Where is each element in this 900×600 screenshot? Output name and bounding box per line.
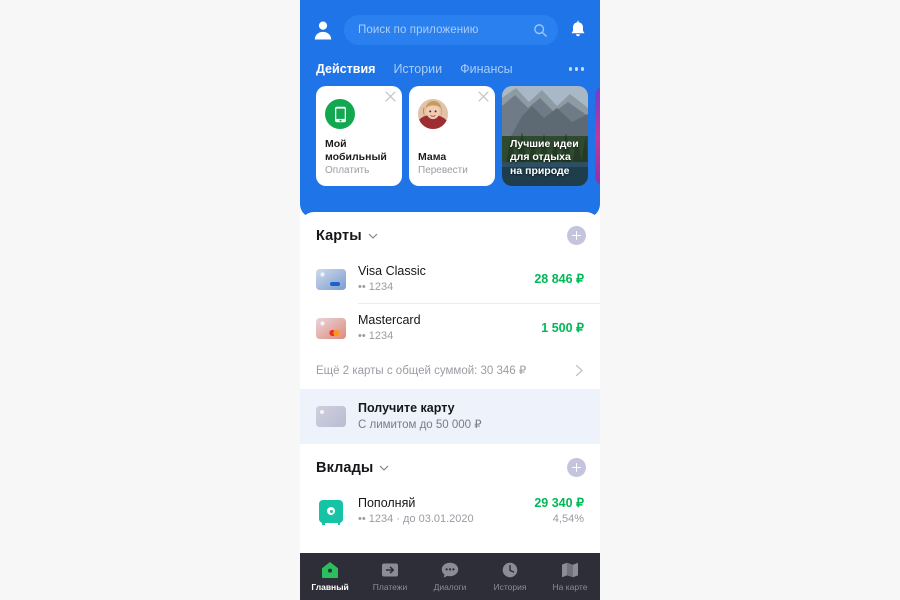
card-number: •• 1234 xyxy=(358,281,394,293)
row-main: Visa Classic •• 1234 xyxy=(358,263,526,295)
nav-item-history[interactable]: История xyxy=(480,561,540,592)
nav-item-home[interactable]: Главный xyxy=(300,561,360,592)
story-text: Мой мобильный Оплатить xyxy=(325,138,396,177)
story-card-partial[interactable] xyxy=(595,86,600,186)
row-main: Mastercard •• 1234 xyxy=(358,312,533,344)
table-row[interactable]: Visa Classic •• 1234 28 846 ₽ xyxy=(300,255,600,303)
nav-item-map[interactable]: На карте xyxy=(540,561,600,592)
deposits-section-header[interactable]: Вклады xyxy=(300,444,600,487)
story-subtitle: Перевести xyxy=(418,165,468,176)
deposits-section-title: Вклады xyxy=(316,459,374,476)
nav-label: Главный xyxy=(311,582,349,592)
story-text: Лучшие идеи для отдыха на природе xyxy=(510,138,583,179)
table-row[interactable]: Mastercard •• 1234 1 500 ₽ xyxy=(300,304,600,352)
nav-label: На карте xyxy=(552,582,588,592)
nav-item-payments[interactable]: Платежи xyxy=(360,561,420,592)
stories-strip[interactable]: Мой мобильный Оплатить Мама Перевести Лу… xyxy=(300,86,600,191)
nav-label: История xyxy=(493,582,527,592)
tab-finances[interactable]: Финансы xyxy=(460,62,512,76)
close-icon[interactable] xyxy=(478,91,489,102)
nav-label: Диалоги xyxy=(433,582,467,592)
phone-screen: Поиск по приложению Действия Истории Фин… xyxy=(300,0,600,600)
card-name: Visa Classic xyxy=(358,264,426,278)
deposit-rate: 4,54% xyxy=(552,513,584,525)
phone-icon xyxy=(325,99,355,129)
tab-actions[interactable]: Действия xyxy=(316,62,375,76)
plus-icon xyxy=(572,463,581,472)
search-placeholder: Поиск по приложению xyxy=(358,24,479,36)
arrow-right-box-icon xyxy=(382,563,398,577)
more-cards-label: Ещё 2 карты с общей суммой: 30 346 ₽ xyxy=(316,365,527,377)
get-card-promo[interactable]: Получите карту С лимитом до 50 000 ₽ xyxy=(300,389,600,444)
card-balance: 28 846 ₽ xyxy=(534,272,584,286)
story-title: Мама xyxy=(418,150,447,163)
cards-section-title: Карты xyxy=(316,227,362,244)
plus-icon xyxy=(572,231,581,240)
person-icon[interactable] xyxy=(312,19,334,41)
search-input[interactable]: Поиск по приложению xyxy=(344,15,558,45)
chevron-down-icon[interactable] xyxy=(379,463,389,473)
cards-section-header[interactable]: Карты xyxy=(300,212,600,255)
visa-card-icon xyxy=(316,268,346,290)
app-header: Поиск по приложению Действия Истории Фин… xyxy=(300,0,600,218)
nav-item-dialogs[interactable]: Диалоги xyxy=(420,561,480,592)
mastercard-card-icon xyxy=(316,317,346,339)
safe-icon xyxy=(319,499,343,525)
content-area: Карты Visa Classic •• 1234 28 846 ₽ Mast… xyxy=(300,212,600,600)
row-right: 29 340 ₽ 4,54% xyxy=(526,495,584,527)
tab-stories[interactable]: Истории xyxy=(393,62,442,76)
top-bar: Поиск по приложению xyxy=(300,10,600,50)
deposit-balance: 29 340 ₽ xyxy=(534,496,584,510)
add-deposit-button[interactable] xyxy=(567,458,586,477)
row-right: 28 846 ₽ xyxy=(526,271,584,287)
deposit-details: •• 1234 · до 03.01.2020 xyxy=(358,513,474,525)
screenshot-stage: Поиск по приложению Действия Истории Фин… xyxy=(0,0,900,600)
row-main: Пополняй •• 1234 · до 03.01.2020 xyxy=(358,495,526,527)
story-text: Мама Перевести xyxy=(418,151,489,178)
clock-icon xyxy=(502,562,518,578)
home-icon xyxy=(322,562,338,578)
promo-title: Получите карту xyxy=(358,401,455,415)
chevron-down-icon[interactable] xyxy=(368,231,378,241)
more-cards-row[interactable]: Ещё 2 карты с общей суммой: 30 346 ₽ xyxy=(300,352,600,389)
deposit-name: Пополняй xyxy=(358,496,416,510)
story-card-mama[interactable]: Мама Перевести xyxy=(409,86,495,186)
promo-main: Получите карту С лимитом до 50 000 ₽ xyxy=(358,400,584,433)
bell-icon[interactable] xyxy=(568,20,588,40)
chevron-right-icon[interactable] xyxy=(575,364,584,377)
promo-subtitle: С лимитом до 50 000 ₽ xyxy=(358,419,482,431)
card-name: Mastercard xyxy=(358,313,421,327)
bottom-navigation: Главный Платежи Диалоги История На карте xyxy=(300,553,600,600)
add-card-button[interactable] xyxy=(567,226,586,245)
story-card-nature[interactable]: Лучшие идеи для отдыха на природе xyxy=(502,86,588,186)
ellipsis-icon[interactable] xyxy=(568,67,584,71)
story-card-mobile[interactable]: Мой мобильный Оплатить xyxy=(316,86,402,186)
story-title: Мой мобильный xyxy=(325,138,387,163)
avatar xyxy=(418,99,448,129)
row-right: 1 500 ₽ xyxy=(533,320,584,336)
header-tabs: Действия Истории Финансы xyxy=(300,56,600,82)
card-balance: 1 500 ₽ xyxy=(541,321,584,335)
story-title: Лучшие идеи для отдыха на природе xyxy=(510,137,579,177)
story-subtitle: Оплатить xyxy=(325,165,370,176)
chat-bubble-icon xyxy=(441,562,459,578)
map-icon xyxy=(562,562,578,578)
nav-label: Платежи xyxy=(372,582,408,592)
search-icon[interactable] xyxy=(533,23,548,38)
card-number: •• 1234 xyxy=(358,330,394,342)
close-icon[interactable] xyxy=(385,91,396,102)
table-row[interactable]: Пополняй •• 1234 · до 03.01.2020 29 340 … xyxy=(300,487,600,535)
grey-card-icon xyxy=(316,406,346,427)
